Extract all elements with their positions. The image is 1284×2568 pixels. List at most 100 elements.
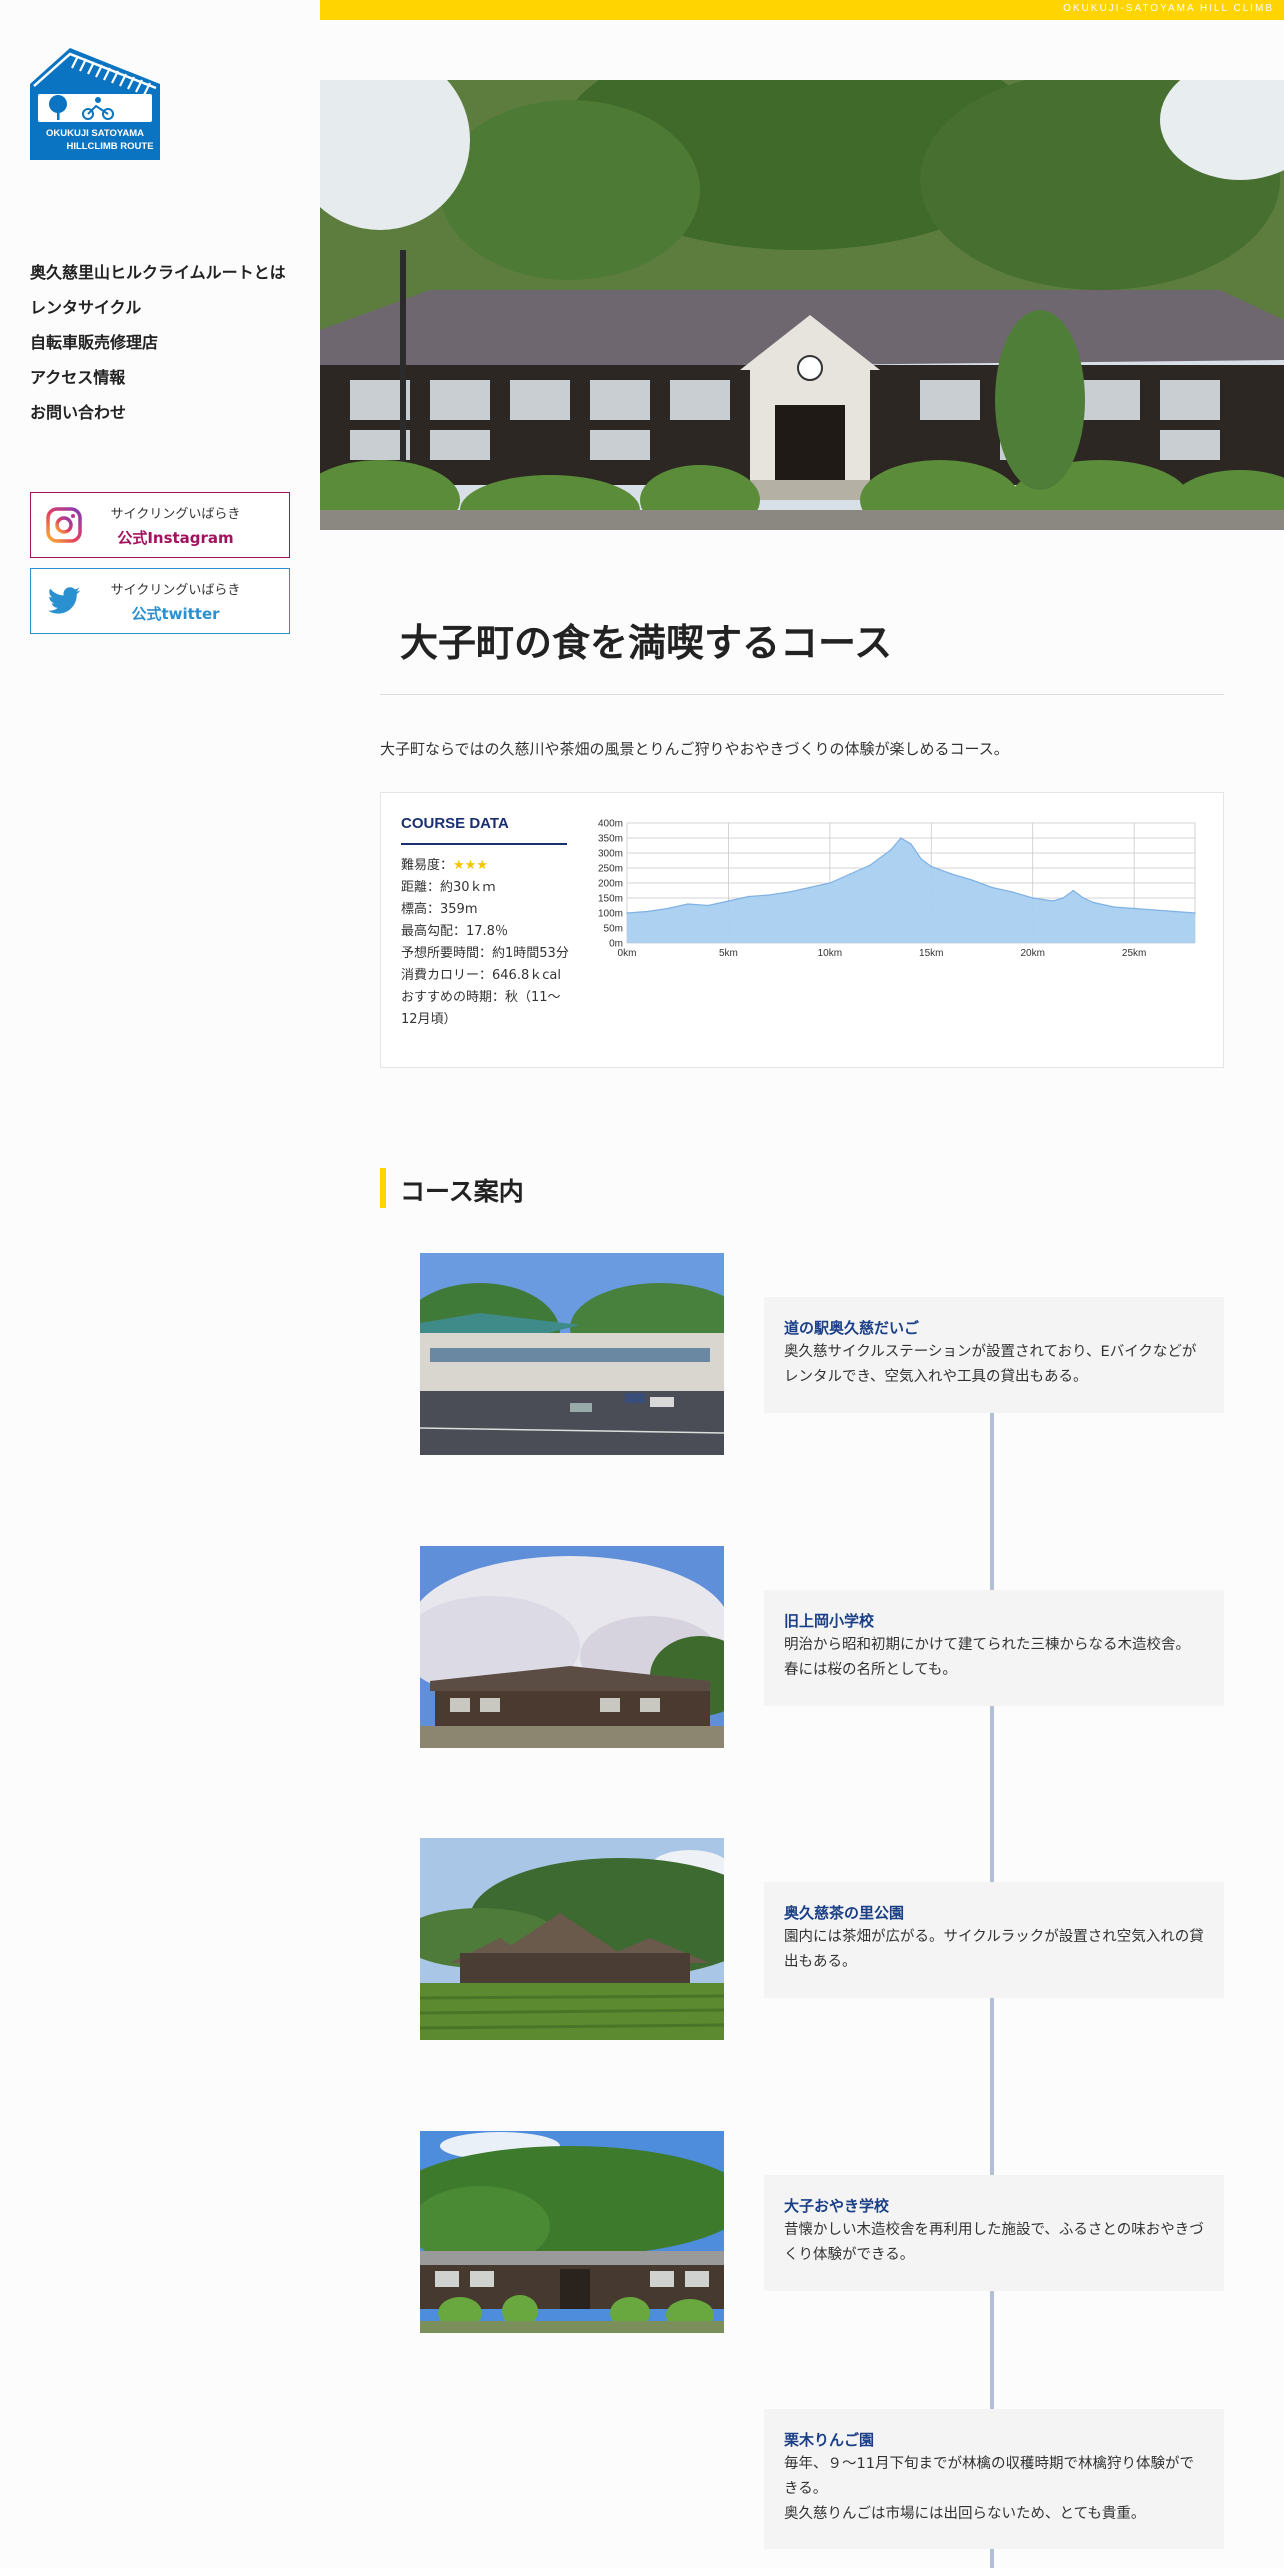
title-divider	[380, 694, 1224, 695]
stop-description-extra: 奥久慈りんごは市場には出回らないため、とても貴重。	[784, 2506, 1146, 2522]
time-row: 予想所要時間：約1時間53分	[401, 946, 569, 961]
nav-item-access[interactable]: アクセス情報	[30, 367, 286, 402]
chart-x-tick-label: 0km	[618, 948, 637, 959]
guide-title: コース案内	[400, 1177, 524, 1206]
elevation-chart: 400m350m300m250m200m150m100m50m0m0km 5km 1…	[598, 819, 1196, 959]
stop-card-kamioka-school: 旧上岡小学校 明治から昭和初期にかけて建てられた三棟からなる木造校舎。春には桜の…	[764, 1590, 1224, 1706]
chart-point	[1153, 909, 1156, 911]
chart-point	[971, 879, 973, 881]
chart-y-tick-label: 350m	[598, 834, 623, 845]
twitter-label: 公式twitter	[131, 604, 220, 623]
stop-photo-michinoeki	[420, 1253, 724, 1455]
chart-y-tick-label: 200m	[598, 879, 623, 890]
stop-photo-kamioka-school	[420, 1546, 724, 1748]
stop-card-oyaki-school: 大子おやき学校 昔懐かしい木造校舎を再利用した施設で、ふるさとの味おやきづくり体…	[764, 2175, 1224, 2291]
twitter-icon	[48, 587, 80, 614]
chart-point	[991, 886, 993, 889]
instagram-icon	[46, 507, 82, 543]
chart-point	[1011, 891, 1014, 893]
instagram-label: 公式Instagram	[117, 528, 234, 547]
instagram-sub-label: サイクリングいばらき	[110, 506, 241, 522]
stop-name[interactable]: 道の駅奥久慈だいご	[784, 1317, 1204, 1338]
stop-description: 奥久慈サイクルステーションが設置されており、Eバイクなどがレンタルでき、空気入れ…	[784, 1344, 1197, 1385]
calories-row: 消費カロリー：646.8ｋcal	[401, 968, 561, 983]
chart-x-tick-label: 20km	[1020, 948, 1044, 959]
chart-area-series	[627, 838, 1195, 943]
twitter-button[interactable]: サイクリングいばらき 公式twitter	[30, 568, 290, 634]
chart-y-tick-label: 300m	[598, 849, 623, 860]
nav-item-shops[interactable]: 自転車販売修理店	[30, 332, 286, 367]
chart-y-tick-label: 250m	[598, 864, 623, 875]
stop-card-tea-park: 奥久慈茶の里公園 園内には茶畑が広がる。サイクルラックが設置され空気入れの貸出も…	[764, 1882, 1224, 1998]
course-data-heading: COURSE DATA	[401, 815, 509, 832]
chart-point	[930, 865, 933, 868]
stop-description: 園内には茶畑が広がる。サイクルラックが設置され空気入れの貸出もある。	[784, 1929, 1204, 1970]
site-tagline: OKUKUJI-SATOYAMA HILL CLIMB	[1063, 3, 1274, 14]
chart-point	[707, 904, 709, 907]
chart-point	[869, 864, 872, 866]
chart-x-tick-label: 10km	[818, 948, 842, 959]
stop-card-michinoeki: 道の駅奥久慈だいご 奥久慈サイクルステーションが設置されており、Eバイクなどがレ…	[764, 1297, 1224, 1413]
chart-point	[788, 891, 791, 893]
stop-card-apple-orchard: 栗木りんご園 毎年、９～11月下旬までが林檎の収穫時期で林檎狩り体験ができる。 …	[764, 2409, 1224, 2549]
chart-x-tick-label: 5km	[719, 948, 738, 959]
stop-name[interactable]: 旧上岡小学校	[784, 1610, 1204, 1631]
page-title: 大子町の食を満喫するコース	[400, 621, 893, 665]
chart-point	[768, 894, 770, 896]
chart-point	[889, 849, 892, 851]
course-intro: 大子町ならではの久慈川や茶畑の風景とりんご狩りやおやきづくりの体験が楽しめるコー…	[380, 740, 1009, 758]
stop-name[interactable]: 大子おやき学校	[784, 2195, 1204, 2216]
nav-item-about[interactable]: 奥久慈里山ヒルクライムルートとは	[30, 262, 286, 297]
chart-y-tick-label: 400m	[598, 819, 623, 830]
chart-point	[1133, 907, 1135, 910]
chart-point	[1113, 906, 1115, 908]
stop-photo-tea-park	[420, 1838, 724, 2040]
course-data-list: 難易度：★★★ 距離：約30ｋｍ 標高：359m 最高勾配：17.8％ 予想所要…	[401, 855, 573, 1031]
chart-y-tick-label: 50m	[604, 924, 623, 935]
hero-image	[320, 80, 1284, 530]
course-data-panel: COURSE DATA 難易度：★★★ 距離：約30ｋｍ 標高：359m 最高勾…	[380, 792, 1224, 1068]
chart-y-tick-label: 100m	[598, 909, 623, 920]
chart-point	[626, 912, 628, 914]
twitter-sub-label: サイクリングいばらき	[110, 582, 241, 598]
difficulty-stars: ★★★	[453, 858, 488, 873]
chart-point	[1072, 889, 1075, 892]
course-data-underline	[401, 843, 567, 845]
chart-point	[1062, 897, 1064, 899]
difficulty-row: 難易度：★★★	[401, 855, 573, 877]
chart-x-tick-label: 15km	[919, 948, 943, 959]
stop-description: 昔懐かしい木造校舎を再利用した施設で、ふるさとの味おやきづくり体験ができる。	[784, 2222, 1204, 2263]
chart-point	[900, 837, 902, 839]
stop-name[interactable]: 奥久慈茶の里公園	[784, 1902, 1204, 1923]
chart-point	[1092, 901, 1095, 904]
main-nav: 奥久慈里山ヒルクライムルートとは レンタサイクル 自転車販売修理店 アクセス情報…	[30, 262, 286, 437]
chart-point	[920, 858, 922, 860]
distance-row: 距離：約30ｋｍ	[401, 880, 496, 895]
guide-accent-bar	[380, 1168, 386, 1208]
season-row: おすすめの時期：秋（11～12月頃）	[401, 990, 561, 1027]
chart-point	[727, 900, 730, 902]
chart-point	[747, 895, 750, 898]
nav-item-contact[interactable]: お問い合わせ	[30, 402, 286, 437]
chart-point	[829, 882, 831, 884]
chart-point	[808, 886, 811, 889]
max-grade-row: 最高勾配：17.8％	[401, 924, 508, 939]
top-bar: OKUKUJI-SATOYAMA HILL CLIMB	[320, 0, 1284, 20]
chart-point	[1052, 900, 1054, 902]
chart-point	[1173, 910, 1176, 913]
chart-point	[910, 843, 912, 845]
stop-name[interactable]: 栗木りんご園	[784, 2429, 1204, 2450]
nav-item-rental[interactable]: レンタサイクル	[30, 297, 286, 332]
chart-point	[646, 910, 649, 913]
logo-text-2: HILLCLIMB ROUTE	[66, 141, 153, 152]
chart-point	[687, 903, 689, 905]
chart-y-tick-label: 150m	[598, 894, 623, 905]
instagram-button[interactable]: サイクリングいばらき 公式Instagram	[30, 492, 290, 558]
chart-point	[950, 873, 953, 875]
site-logo[interactable]: OKUKUJI SATOYAMA HILLCLIMB ROUTE	[30, 48, 160, 160]
stop-description: 明治から昭和初期にかけて建てられた三棟からなる木造校舎。春には桜の名所としても。	[784, 1637, 1190, 1678]
chart-point	[1082, 897, 1085, 899]
chart-point	[849, 873, 851, 875]
stop-photo-oyaki-school	[420, 2131, 724, 2333]
logo-text-1: OKUKUJI SATOYAMA	[46, 128, 144, 139]
